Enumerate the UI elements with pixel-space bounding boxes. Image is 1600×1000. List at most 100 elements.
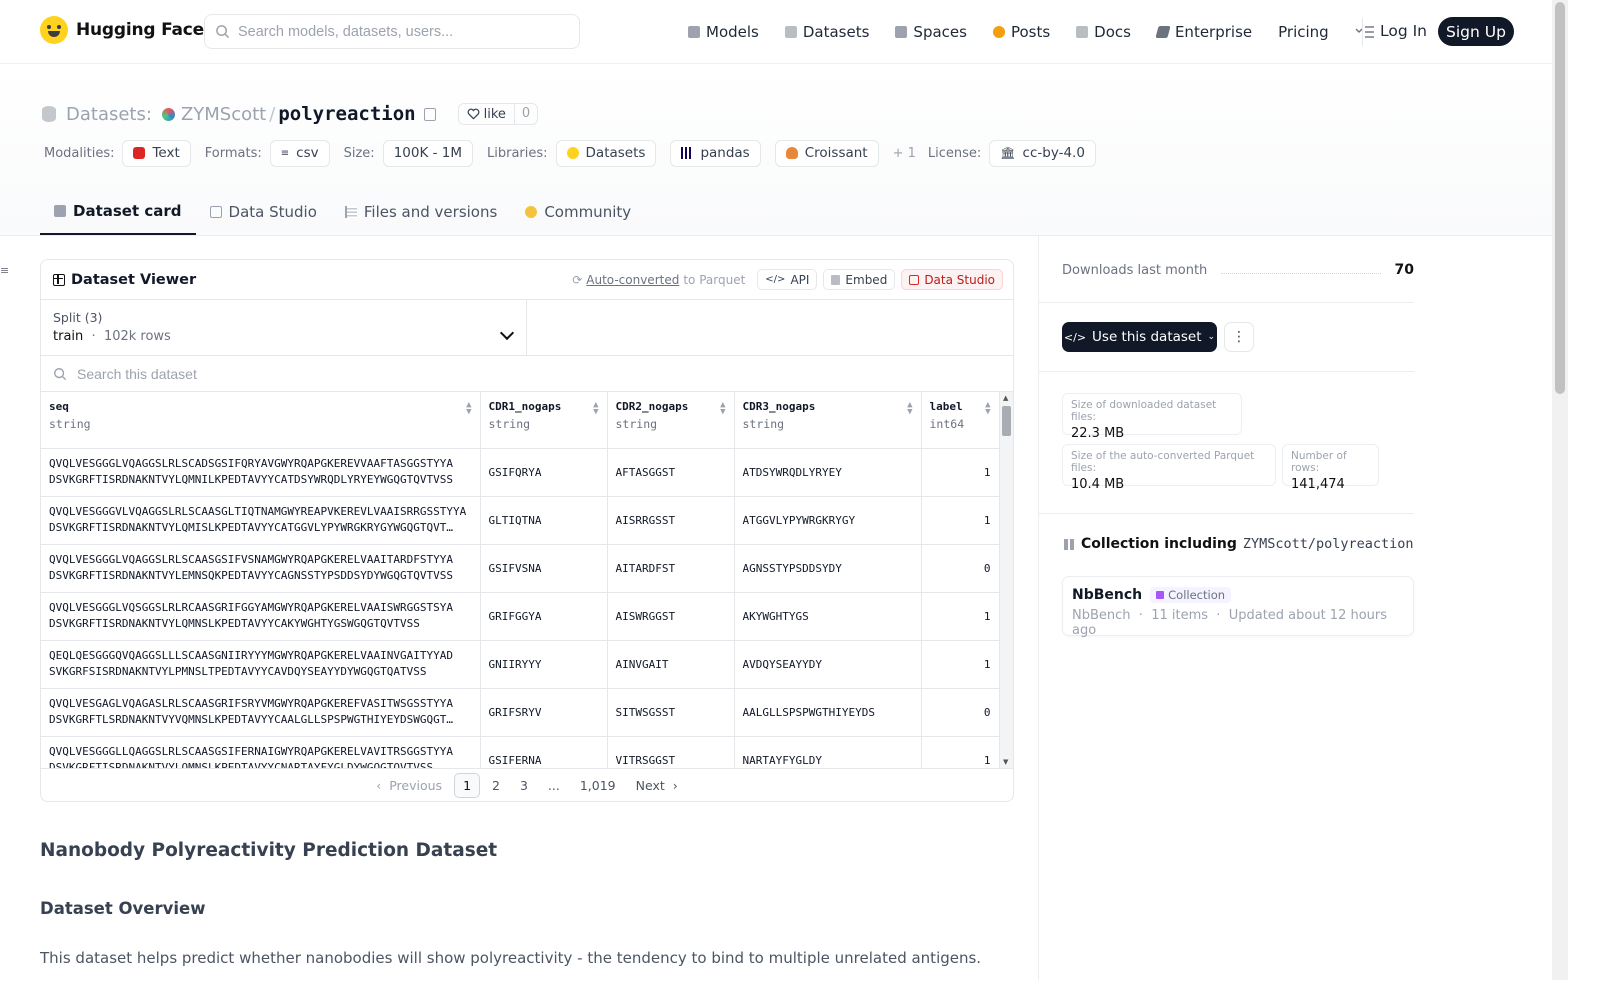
page-3-button[interactable]: 3 (512, 774, 536, 797)
cell-cdr3[interactable]: NARTAYFYGLDY (734, 736, 922, 768)
size-chip[interactable]: 100K - 1M (382, 139, 473, 167)
cell-cdr3[interactable]: AVDQYSEAYYDY (734, 640, 922, 689)
table-row[interactable]: QVQLVESGGGVLVQAGGSLRLSCAASGLTIQTNAMGWYRE… (41, 496, 999, 545)
tab-community[interactable]: Community (511, 189, 645, 235)
table-row[interactable]: QVQLVESGAGLVQAGASLRLSCAASGRIFSRYVMGWYRQA… (41, 688, 999, 737)
table-row[interactable]: QVQLVESGGGLLQAGGSLRLSCAASGSIFERNAIGWYRQA… (41, 736, 999, 768)
column-header-cdr2[interactable]: CDR2_nogaps string ▲ ▼ (607, 392, 735, 449)
scroll-down-arrow-icon[interactable]: ▼ (1003, 758, 1008, 766)
cell-cdr3[interactable]: AGNSSTYPSDDSYDY (734, 544, 922, 593)
cell-label[interactable]: 1 (921, 640, 999, 689)
cell-seq[interactable]: QVQLVESGGGVLVQAGGSLRLSCAASGLTIQTNAMGWYRE… (41, 496, 481, 545)
library-datasets-chip[interactable]: Datasets (555, 139, 657, 167)
tab-files-and-versions[interactable]: Files and versions (331, 189, 511, 235)
cell-cdr2[interactable]: AINVGAIT (607, 640, 735, 689)
page-2-button[interactable]: 2 (484, 774, 508, 797)
cell-seq[interactable]: QVQLVESGGGLLQAGGSLRLSCAASGSIFERNAIGWYRQA… (41, 736, 481, 768)
library-pandas-chip[interactable]: pandas (670, 139, 761, 167)
table-scrollbar[interactable]: ▲ ▼ (999, 392, 1013, 768)
global-search[interactable] (204, 14, 580, 49)
copy-icon[interactable] (423, 107, 436, 121)
sidebar-toggle-icon[interactable]: ≡ (0, 264, 9, 277)
cell-cdr1[interactable]: GRIFSRYV (480, 688, 608, 737)
cell-label[interactable]: 1 (921, 496, 999, 545)
more-options-button[interactable]: ⋮ (1224, 322, 1254, 352)
cell-cdr3[interactable]: ATDSYWRQDLYRYEY (734, 448, 922, 497)
cell-seq[interactable]: QVQLVESGGGLVQAGGSLRLSCAASGSIFVSNAMGWYRQA… (41, 544, 481, 593)
cell-cdr1[interactable]: GRIFGGYA (480, 592, 608, 641)
library-croissant-chip[interactable]: Croissant (774, 139, 879, 167)
page-scroll-thumb[interactable] (1555, 2, 1565, 394)
signup-button[interactable]: Sign Up (1438, 17, 1514, 46)
dataset-search[interactable] (41, 356, 1013, 392)
cell-cdr1[interactable]: GLTIQTNA (480, 496, 608, 545)
cell-seq[interactable]: QVQLVESGGGLVQAGGSLRLSCADSGSIFQRYAVGWYRQA… (41, 448, 481, 497)
use-this-dataset-button[interactable]: </> Use this dataset ⌄ (1062, 322, 1217, 352)
nav-enterprise[interactable]: Enterprise (1155, 23, 1252, 41)
nav-more-menu[interactable] (1355, 25, 1375, 39)
tab-dataset-card[interactable]: Dataset card (40, 189, 196, 235)
page-1-button[interactable]: 1 (454, 773, 481, 798)
auto-converted-link[interactable]: Auto-converted (586, 273, 679, 287)
nav-datasets[interactable]: Datasets (784, 23, 869, 41)
cell-cdr2[interactable]: VITRSGGST (607, 736, 735, 768)
repo-name[interactable]: polyreaction (278, 103, 415, 125)
cell-seq[interactable]: QEQLQESGGGQVQAGGSLLLSCAASGNIIRYYYMGWYRQA… (41, 640, 481, 689)
column-header-label[interactable]: label int64 ▲ ▼ (921, 392, 999, 449)
cell-label[interactable]: 1 (921, 736, 999, 768)
cell-label[interactable]: 1 (921, 592, 999, 641)
cell-cdr3[interactable]: AALGLLSPSPWGTHIYEYDS (734, 688, 922, 737)
nav-pricing[interactable]: Pricing (1278, 23, 1329, 41)
api-button[interactable]: </> API (757, 269, 818, 290)
login-link[interactable]: Log In (1380, 22, 1427, 40)
page-scrollbar[interactable] (1552, 0, 1568, 980)
sort-icon[interactable]: ▲ ▼ (985, 401, 990, 417)
cell-label[interactable]: 1 (921, 448, 999, 497)
cell-label[interactable]: 0 (921, 688, 999, 737)
column-header-cdr3[interactable]: CDR3_nogaps string ▲ ▼ (734, 392, 922, 449)
split-selector[interactable]: Split (3) train · 102k rows (41, 300, 527, 355)
scroll-up-arrow-icon[interactable]: ▲ (1003, 394, 1008, 402)
column-header-cdr1[interactable]: CDR1_nogaps string ▲ ▼ (480, 392, 608, 449)
cell-cdr1[interactable]: GSIFVSNA (480, 544, 608, 593)
section-link[interactable]: Datasets: (66, 104, 152, 125)
cell-cdr2[interactable]: AISWRGGST (607, 592, 735, 641)
last-page-button[interactable]: 1,019 (572, 774, 624, 797)
sort-icon[interactable]: ▲ ▼ (466, 401, 471, 417)
nav-posts[interactable]: Posts (992, 23, 1050, 41)
cell-cdr2[interactable]: AFTASGGST (607, 448, 735, 497)
dataset-search-input[interactable] (77, 365, 577, 382)
libraries-more[interactable]: + 1 (893, 146, 916, 161)
cell-cdr2[interactable]: SITWSGSST (607, 688, 735, 737)
cell-cdr2[interactable]: AITARDFST (607, 544, 735, 593)
cell-cdr2[interactable]: AISRRGSST (607, 496, 735, 545)
cell-cdr1[interactable]: GSIFQRYA (480, 448, 608, 497)
cell-seq[interactable]: QVQLVESGAGLVQAGASLRLSCAASGRIFSRYVMGWYRQA… (41, 688, 481, 737)
tab-data-studio[interactable]: Data Studio (196, 189, 331, 235)
nav-models[interactable]: Models (688, 23, 759, 41)
global-search-input[interactable] (238, 23, 558, 40)
collection-card[interactable]: NbBench Collection NbBench · 11 items · … (1062, 576, 1414, 638)
cell-label[interactable]: 0 (921, 544, 999, 593)
modality-text-chip[interactable]: Text (122, 139, 191, 167)
embed-button[interactable]: Embed (823, 269, 896, 290)
cell-cdr1[interactable]: GNIIRYYY (480, 640, 608, 689)
table-scroll-thumb[interactable] (1002, 406, 1011, 436)
cell-cdr1[interactable]: GSIFERNA (480, 736, 608, 768)
like-button[interactable]: like 0 (457, 103, 539, 125)
nav-docs[interactable]: Docs (1076, 23, 1131, 41)
cell-cdr3[interactable]: AKYWGHTYGS (734, 592, 922, 641)
next-page-button[interactable]: Next › (628, 774, 686, 797)
table-row[interactable]: QEQLQESGGGQVQAGGSLLLSCAASGNIIRYYYMGWYRQA… (41, 640, 999, 689)
logo[interactable]: Hugging Face (40, 16, 204, 44)
sort-icon[interactable]: ▲ ▼ (720, 401, 725, 417)
cell-cdr3[interactable]: ATGGVLYPYWRGKRYGY (734, 496, 922, 545)
column-header-seq[interactable]: seq string ▲ ▼ (41, 392, 481, 449)
data-studio-button[interactable]: Data Studio (901, 269, 1003, 290)
table-row[interactable]: QVQLVESGGGLVQAGGSLRLSCADSGSIFQRYAVGWYRQA… (41, 448, 999, 497)
owner-link[interactable]: ZYMScott (181, 104, 266, 125)
cell-seq[interactable]: QVQLVESGGGLVQSGGSLRLRCAASGRIFGGYAMGWYRQA… (41, 592, 481, 641)
format-csv-chip[interactable]: ≡ csv (269, 139, 330, 167)
license-chip[interactable]: 🏛 cc-by-4.0 (989, 139, 1096, 167)
nav-spaces[interactable]: Spaces (895, 23, 967, 41)
